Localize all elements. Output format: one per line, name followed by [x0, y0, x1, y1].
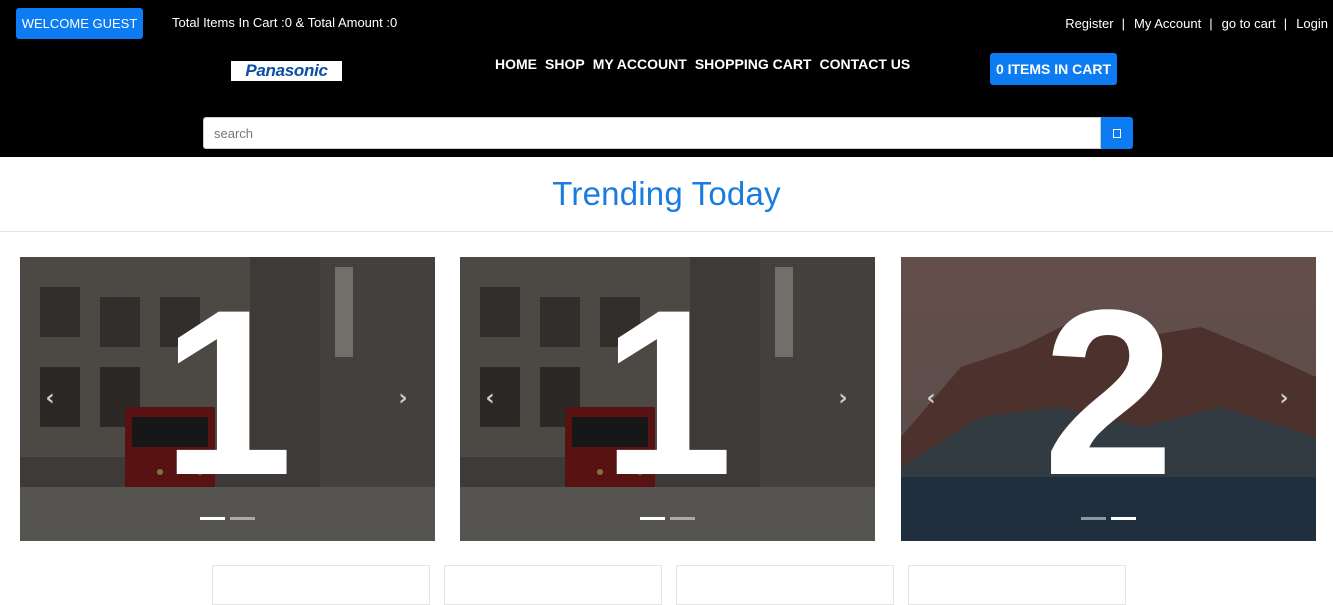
items-in-cart-button[interactable]: 0 ITEMS IN CART — [990, 53, 1117, 85]
brand-logo-text: Panasonic — [245, 61, 328, 80]
carousel-indicators — [20, 517, 435, 520]
carousel-3[interactable]: 2 ‹ › — [901, 257, 1316, 541]
link-separator: | — [1283, 16, 1288, 31]
chevron-left-icon[interactable]: ‹ — [921, 386, 941, 411]
slide-number: 1 — [601, 261, 734, 525]
product-card[interactable] — [908, 565, 1126, 605]
search-input[interactable] — [203, 117, 1101, 149]
slide-number: 2 — [1042, 261, 1175, 525]
account-links: Register | My Account | go to cart | Log… — [1065, 16, 1328, 31]
chevron-left-icon[interactable]: ‹ — [40, 386, 60, 411]
register-link[interactable]: Register — [1065, 16, 1113, 31]
go-to-cart-link[interactable]: go to cart — [1222, 16, 1276, 31]
product-card[interactable] — [212, 565, 430, 605]
main-nav: HOME SHOP MY ACCOUNT SHOPPING CART CONTA… — [495, 56, 910, 72]
login-link[interactable]: Login — [1296, 16, 1328, 31]
chevron-right-icon[interactable]: › — [833, 386, 853, 411]
carousel-indicator[interactable] — [200, 517, 225, 520]
carousel-indicator[interactable] — [670, 517, 695, 520]
chevron-right-icon[interactable]: › — [1274, 386, 1294, 411]
carousel-2[interactable]: 1 ‹ › — [460, 257, 875, 541]
trending-section-header: Trending Today — [0, 157, 1333, 232]
nav-contact-us[interactable]: CONTACT US — [820, 56, 911, 72]
section-title: Trending Today — [552, 175, 781, 212]
carousel-indicator[interactable] — [1081, 517, 1106, 520]
product-card[interactable] — [676, 565, 894, 605]
welcome-guest-button[interactable]: WELCOME GUEST — [16, 8, 143, 39]
my-account-link[interactable]: My Account — [1134, 16, 1201, 31]
carousel-indicator[interactable] — [1111, 517, 1136, 520]
slide-number: 1 — [161, 261, 294, 525]
product-card[interactable] — [444, 565, 662, 605]
nav-my-account[interactable]: MY ACCOUNT — [593, 56, 687, 72]
link-separator: | — [1209, 16, 1213, 31]
carousel-indicator[interactable] — [230, 517, 255, 520]
nav-shopping-cart[interactable]: SHOPPING CART — [695, 56, 812, 72]
link-separator: | — [1121, 16, 1125, 31]
carousel-indicators — [901, 517, 1316, 520]
search-bar — [203, 117, 1133, 149]
top-header: WELCOME GUEST Total Items In Cart :0 & T… — [0, 0, 1333, 157]
brand-logo[interactable]: Panasonic — [231, 61, 342, 81]
nav-shop[interactable]: SHOP — [545, 56, 585, 72]
cart-summary-text: Total Items In Cart :0 & Total Amount :0 — [172, 15, 398, 30]
search-button[interactable] — [1101, 117, 1133, 149]
carousel-1[interactable]: 1 ‹ › — [20, 257, 435, 541]
chevron-left-icon[interactable]: ‹ — [480, 386, 500, 411]
chevron-right-icon[interactable]: › — [393, 386, 413, 411]
product-cards-row — [212, 565, 1126, 605]
carousel-indicators — [460, 517, 875, 520]
carousel-indicator[interactable] — [640, 517, 665, 520]
nav-home[interactable]: HOME — [495, 56, 537, 72]
search-icon — [1113, 128, 1121, 138]
